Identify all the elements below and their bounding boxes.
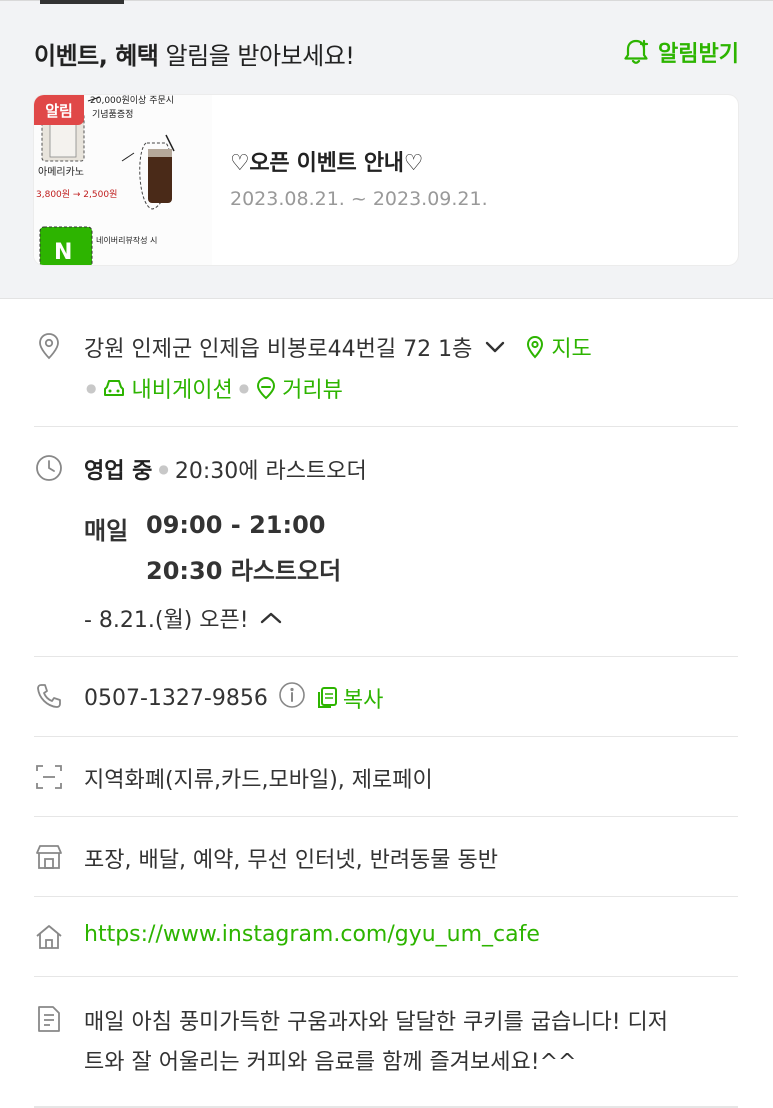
event-title: ♡오픈 이벤트 안내♡ (230, 151, 424, 176)
event-section: 이벤트, 혜택 알림을 받아보세요! 알림받기 20,000원이상 주문시 기념… (0, 0, 773, 299)
street-view-link[interactable]: 거리뷰 (255, 372, 343, 404)
home-icon (34, 922, 64, 952)
payment-row: 지역화폐(지류,카드,모바일), 제로페이 (34, 736, 738, 817)
address-text: 강원 인제군 인제읍 비봉로44번길 72 1층 (84, 337, 473, 362)
copy-phone-button[interactable]: 복사 (316, 682, 383, 714)
hours-note: - 8.21.(월) 오픈! (84, 608, 249, 633)
payment-methods: 지역화폐(지류,카드,모바일), 제로페이 (84, 768, 433, 793)
chevron-up-icon (260, 612, 281, 624)
thumb-note-5: 네이버리뷰작성 시 (96, 235, 157, 245)
hours-time: 09:00 - 21:00 (146, 511, 326, 539)
car-icon (104, 380, 125, 396)
amenities-text: 포장, 배달, 예약, 무선 인터넷, 반려동물 동반 (84, 848, 499, 873)
chevron-down-icon (486, 341, 505, 352)
thumb-note-4: 3,800원 → 2,500원 (36, 189, 117, 200)
navigation-link-label: 내비게이션 (131, 378, 233, 403)
navigation-link[interactable]: 내비게이션 (102, 372, 233, 404)
thumb-note-2: 기념품증정 (92, 109, 133, 120)
thumb-note-1: 20,000원이상 주문시 (90, 95, 174, 106)
alert-subscribe-button[interactable]: 알림받기 (622, 36, 739, 68)
separator-dot: ● (238, 381, 250, 395)
copy-label: 복사 (342, 688, 384, 713)
phone-row: 0507-1327-9856 복사 (34, 656, 738, 737)
bell-plus-icon (622, 38, 652, 66)
copy-icon (317, 687, 337, 708)
store-icon (34, 842, 64, 872)
website-row: https://www.instagram.com/gyu_um_cafe (34, 896, 738, 977)
amenities-row: 포장, 배달, 예약, 무선 인터넷, 반려동물 동반 (34, 816, 738, 897)
address-expand-button[interactable] (484, 335, 506, 360)
event-badge: 알림 (34, 95, 84, 125)
website-link[interactable]: https://www.instagram.com/gyu_um_cafe (84, 922, 540, 947)
last-order-summary: 20:30에 라스트오더 (174, 459, 367, 484)
event-date: 2023.08.21. ~ 2023.09.21. (230, 188, 488, 210)
svg-text:N: N (54, 240, 72, 265)
street-view-label: 거리뷰 (282, 378, 343, 403)
tab-indicator (40, 0, 124, 4)
thumb-note-3: 아메리카노 (38, 166, 84, 178)
description-line-2: 트와 잘 어울리는 커피와 음료를 함께 즐겨보세요!^^ (84, 1050, 577, 1075)
business-status: 영업 중 (84, 459, 153, 484)
info-icon (279, 682, 305, 708)
map-pin-icon (527, 335, 544, 359)
separator-dot: ● (86, 381, 97, 395)
event-header-bold: 이벤트, 혜택 (34, 42, 159, 70)
alert-subscribe-label: 알림받기 (658, 42, 739, 67)
event-thumbnail: 20,000원이상 주문시 기념품증정 아메리카노 3,800원 → 2,500… (34, 95, 212, 265)
description-row: 매일 아침 풍미가득한 구움과자와 달달한 쿠키를 굽습니다! 디저 트와 잘 … (34, 976, 738, 1108)
description-line-1: 매일 아침 풍미가득한 구움과자와 달달한 쿠키를 굽습니다! 디저 (84, 1010, 669, 1035)
document-icon (34, 1004, 64, 1034)
hours-row: 영업 중 ● 20:30에 라스트오더 매일 09:00 - 21:00 20:… (34, 426, 738, 657)
event-header: 이벤트, 혜택 알림을 받아보세요! (34, 36, 355, 71)
phone-icon (34, 681, 64, 711)
address-row: 강원 인제군 인제읍 비봉로44번길 72 1층 지도 ● 내비게이션 ● 거리… (34, 298, 738, 427)
map-link[interactable]: 지도 (524, 331, 592, 363)
location-pin-icon (34, 331, 64, 361)
phone-number[interactable]: 0507-1327-9856 (84, 686, 268, 711)
scan-payment-icon (34, 762, 64, 792)
street-view-icon (257, 376, 276, 400)
map-link-label: 지도 (551, 337, 592, 362)
clock-icon (34, 453, 64, 483)
event-header-rest: 알림을 받아보세요! (165, 42, 355, 70)
hours-note-toggle[interactable]: - 8.21.(월) 오픈! (84, 602, 283, 634)
event-card[interactable]: 20,000원이상 주문시 기념품증정 아메리카노 3,800원 → 2,500… (34, 95, 738, 265)
phone-info-button[interactable] (278, 681, 306, 715)
hours-day: 매일 (84, 517, 129, 545)
hours-last-order: 20:30 라스트오더 (146, 557, 342, 585)
separator-dot: ● (158, 462, 169, 476)
